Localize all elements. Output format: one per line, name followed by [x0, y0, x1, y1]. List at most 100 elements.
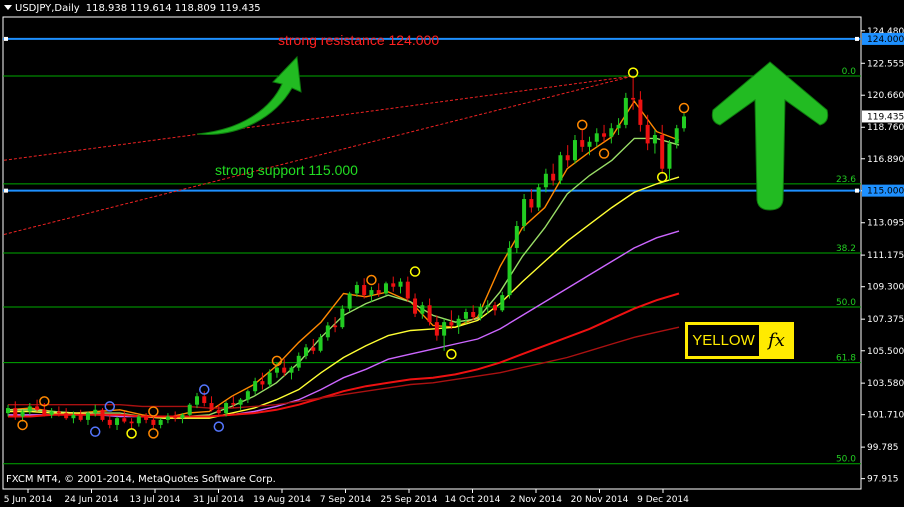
candle-body [165, 416, 170, 420]
price-tick-label: 105.500 [867, 347, 904, 357]
swing-marker [576, 119, 588, 131]
mt4-chart-window[interactable]: 0.0 23.6 38.2 50.0 61.8 50.0 124.480 122.555 12… [0, 0, 904, 507]
candle [682, 113, 686, 132]
candle-body [296, 355, 301, 368]
fib-label: 50.0 [836, 298, 856, 308]
current-price-label: 119.435 [867, 112, 904, 122]
candle [354, 281, 359, 297]
candle [623, 92, 628, 129]
candle-body [645, 124, 650, 144]
candle-body [173, 416, 178, 419]
candle [311, 338, 316, 355]
candle-body [631, 97, 636, 100]
candle-body [551, 173, 556, 181]
candle-body [674, 128, 679, 144]
candle [405, 276, 410, 302]
swing-marker [126, 428, 137, 439]
candle [173, 411, 178, 422]
moving-average-ma_green [8, 137, 680, 419]
candle-body [85, 413, 90, 420]
candle-body [107, 419, 112, 425]
candle-body [652, 135, 657, 144]
candle [129, 418, 134, 429]
candle-body [616, 124, 621, 129]
candle [158, 418, 163, 429]
candle-body [71, 414, 76, 419]
candle [78, 409, 83, 422]
candle-body [434, 322, 439, 336]
candle-body [42, 409, 47, 415]
candle [572, 135, 577, 164]
candle [580, 129, 585, 152]
candle [558, 151, 563, 184]
big-up-arrow-icon [711, 61, 829, 211]
price-tick-label: 118.760 [867, 123, 904, 133]
candle-body [529, 199, 534, 208]
copyright-text: FXCM MT4, © 2001-2014, MetaQuotes Softwa… [6, 474, 276, 485]
candle [340, 305, 345, 329]
candle-body [274, 367, 279, 373]
candle-body [144, 416, 149, 420]
candle-body [427, 305, 432, 323]
candle [434, 315, 439, 341]
price-tick-label: 99.785 [867, 443, 899, 453]
candle-body [420, 305, 425, 314]
candle-body [253, 381, 258, 392]
candle [616, 118, 621, 135]
candle-body [260, 381, 265, 385]
logo-mark: fx [768, 330, 785, 351]
price-tick-label: 103.580 [867, 379, 904, 389]
candle-body [20, 411, 25, 417]
candle-body [13, 408, 18, 417]
candle [49, 408, 54, 419]
level-price-label: 115.000 [867, 187, 904, 197]
support-annotation: strong support 115.000 [215, 162, 358, 178]
candle [253, 377, 258, 395]
candle [282, 359, 287, 377]
candle-body [500, 295, 505, 311]
candle [347, 291, 352, 312]
dropdown-triangle-icon[interactable] [4, 5, 12, 10]
candle [536, 183, 541, 211]
logo-word: YELLOW [688, 325, 759, 356]
price-chart[interactable]: 0.023.638.250.061.850.0 124.480122.55512… [0, 0, 904, 507]
fib-label: 50.0 [836, 455, 856, 465]
candle [209, 396, 214, 412]
candle-body [304, 347, 309, 356]
candle [115, 416, 120, 430]
line-handle-left [4, 188, 8, 193]
candle-body [572, 140, 577, 161]
swing-marker [656, 171, 668, 183]
date-tick-label: 20 Nov 2014 [571, 495, 629, 505]
candle-body [231, 403, 236, 405]
candle-body [325, 325, 330, 338]
candle-body [594, 133, 599, 142]
yellowfx-logo: YELLOW fx [685, 322, 794, 359]
line-handle-right [855, 36, 859, 41]
candle-body [543, 173, 548, 188]
candle-body [442, 322, 447, 336]
swing-marker [409, 266, 421, 277]
candle-body [122, 418, 127, 422]
date-tick-label: 7 Sep 2014 [320, 495, 372, 505]
date-tick-label: 24 Jun 2014 [64, 495, 118, 505]
date-tick-label: 14 Oct 2014 [445, 495, 501, 505]
candle [500, 291, 505, 312]
line-handle-right [855, 188, 859, 193]
candle-body [282, 367, 287, 373]
candle-body [558, 155, 563, 181]
date-tick-label: 25 Sep 2014 [380, 495, 437, 505]
candle-body [507, 247, 512, 296]
ohlc-values: 118.938 119.614 118.809 119.435 [85, 3, 261, 14]
candle-body [180, 414, 185, 419]
candle-body [398, 281, 403, 287]
candle [369, 286, 374, 302]
candle-body [136, 416, 141, 424]
candle-body [449, 322, 454, 326]
candle [565, 145, 570, 168]
candle-body [471, 312, 476, 318]
swing-marker [446, 348, 457, 360]
level-price-label: 124.000 [867, 35, 904, 45]
candle [187, 403, 192, 417]
candle-body [405, 281, 410, 299]
